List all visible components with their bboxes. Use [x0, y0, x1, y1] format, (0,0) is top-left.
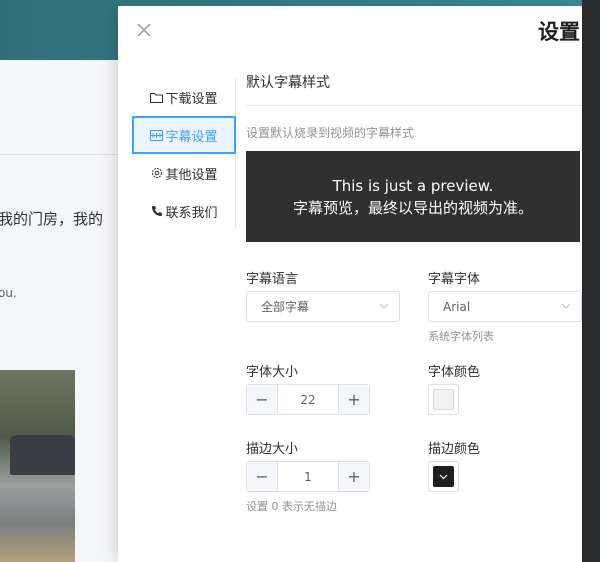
folder-icon	[150, 91, 164, 104]
section-title: 默认字幕样式	[246, 72, 582, 106]
select-value: Arial	[443, 299, 471, 314]
stroke-size-field: 描边大小 − 1 + 设置 0 表示无描边	[246, 438, 406, 514]
field-label: 描边颜色	[428, 442, 481, 457]
subtitle-icon	[150, 129, 164, 142]
car-image	[10, 435, 75, 475]
increment-button[interactable]: +	[338, 385, 369, 414]
stroke-color-field: 描边颜色	[428, 438, 588, 492]
chevron-down-icon	[439, 474, 448, 479]
drawer-title: 设置	[538, 20, 580, 44]
decrement-button[interactable]: −	[247, 462, 278, 491]
decrement-button[interactable]: −	[247, 385, 278, 414]
font-size-value[interactable]: 22	[278, 385, 338, 414]
increment-button[interactable]: +	[338, 462, 369, 491]
subtitle-preview: This is just a preview. 字幕预览，最终以导出的视频为准。	[246, 151, 580, 242]
background-video-thumbnail	[0, 370, 75, 562]
subtitle-language-select[interactable]: 全部字幕	[246, 291, 400, 322]
color-swatch	[433, 389, 454, 410]
font-color-picker[interactable]	[428, 384, 459, 415]
close-icon-glyph	[137, 23, 151, 37]
tab-other-settings[interactable]: 其他设置	[132, 154, 236, 192]
subtitle-font-select[interactable]: Arial	[428, 291, 582, 322]
preview-line-2: 字幕预览，最终以导出的视频为准。	[292, 198, 533, 217]
stroke-color-picker[interactable]	[428, 461, 459, 492]
phone-icon	[150, 205, 163, 218]
subtitle-form: 字幕语言 全部字幕 字幕字体 Arial 系统字体列表 字体大小 − 22 + …	[246, 268, 582, 528]
tab-label: 其他设置	[165, 167, 218, 183]
settings-tabs: 下载设置 字幕设置 其他设置 联系我们	[132, 78, 236, 228]
tab-contact-us[interactable]: 联系我们	[132, 192, 236, 230]
stroke-size-stepper: − 1 +	[246, 461, 370, 492]
font-color-field: 字体颜色	[428, 361, 588, 415]
tab-label: 下载设置	[165, 91, 218, 107]
settings-drawer: 设置 下载设置 字幕设置 其他设置 联系我们 默认字幕样式 设置默认烧录到视频的…	[118, 6, 582, 562]
subtitle-font-field: 字幕字体 Arial 系统字体列表	[428, 268, 588, 344]
close-icon[interactable]	[136, 22, 152, 38]
chevron-down-icon	[379, 303, 389, 309]
field-label: 描边大小	[246, 442, 299, 457]
field-label: 字体颜色	[428, 365, 481, 380]
tab-subtitle-settings[interactable]: 字幕设置	[132, 116, 236, 154]
background-divider	[0, 154, 120, 155]
section-description: 设置默认烧录到视频的字幕样式	[246, 126, 415, 140]
stroke-size-value[interactable]: 1	[278, 462, 338, 491]
stroke-hint: 设置 0 表示无描边	[246, 500, 337, 513]
background-text: ou.	[0, 286, 17, 300]
subtitle-settings-panel: 默认字幕样式 设置默认烧录到视频的字幕样式 This is just a pre…	[246, 72, 582, 528]
background-text: 我的门房，我的	[0, 210, 104, 228]
color-swatch	[433, 466, 454, 487]
tab-download-settings[interactable]: 下载设置	[132, 78, 236, 116]
subtitle-language-field: 字幕语言 全部字幕	[246, 268, 406, 322]
font-size-stepper: − 22 +	[246, 384, 370, 415]
field-label: 字幕语言	[246, 272, 299, 287]
select-value: 全部字幕	[261, 300, 310, 314]
preview-line-1: This is just a preview.	[332, 176, 494, 195]
chevron-down-icon	[561, 303, 571, 309]
font-list-hint: 系统字体列表	[428, 330, 494, 343]
field-label: 字体大小	[246, 365, 299, 380]
tab-label: 联系我们	[165, 205, 218, 221]
font-size-field: 字体大小 − 22 +	[246, 361, 406, 415]
field-label: 字幕字体	[428, 272, 481, 287]
tab-label: 字幕设置	[165, 129, 218, 145]
gear-icon	[150, 167, 163, 180]
